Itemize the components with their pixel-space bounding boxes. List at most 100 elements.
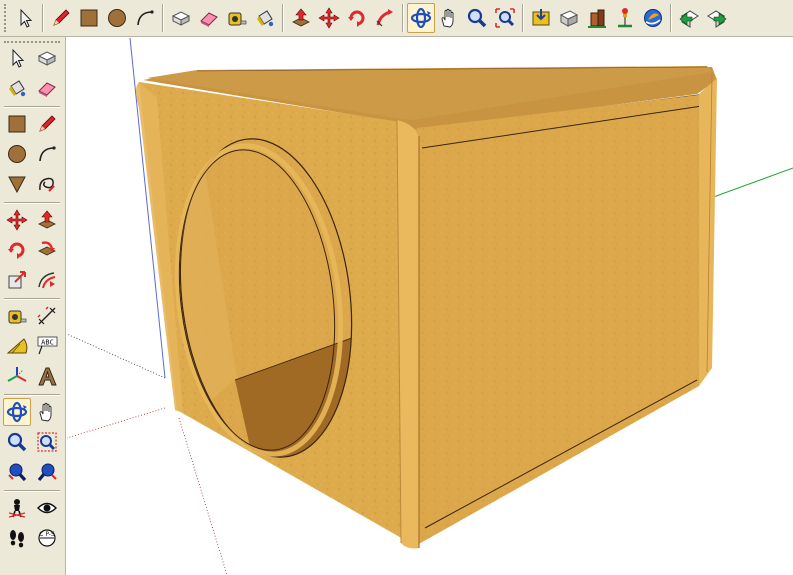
left-toolbar: ABC C P-S bbox=[0, 37, 66, 575]
offset-tool-button[interactable] bbox=[33, 266, 61, 294]
red-axis-dotted bbox=[67, 407, 166, 439]
get-models-button[interactable] bbox=[527, 3, 555, 33]
toolbar-separator bbox=[162, 4, 164, 32]
line-tool-button[interactable] bbox=[33, 110, 61, 138]
move-icon bbox=[318, 7, 340, 29]
circle-tool-button[interactable] bbox=[3, 140, 31, 168]
pencil-tool-button[interactable] bbox=[47, 3, 75, 33]
section-plane-tool-button[interactable]: C P-S bbox=[33, 524, 61, 552]
look-around-tool-button[interactable] bbox=[33, 494, 61, 522]
zoom-tool-button[interactable] bbox=[463, 3, 491, 33]
add-building-button[interactable] bbox=[583, 3, 611, 33]
freehand-icon bbox=[39, 177, 55, 192]
rotate-icon bbox=[8, 242, 25, 259]
previous-tool-button[interactable] bbox=[33, 458, 61, 486]
arc-tool-button[interactable] bbox=[33, 140, 61, 168]
rectangle-tool-button[interactable] bbox=[3, 110, 31, 138]
section-plane-label: C P-S bbox=[39, 531, 55, 538]
push-pull-icon bbox=[38, 210, 56, 229]
dimension-tool-button[interactable] bbox=[33, 302, 61, 330]
text-icon: ABC bbox=[37, 336, 58, 355]
paint-bucket-tool-button[interactable] bbox=[251, 3, 279, 33]
toolbar-separator bbox=[4, 106, 60, 108]
rectangle-tool-button[interactable] bbox=[75, 3, 103, 33]
push-pull-tool-button[interactable] bbox=[33, 206, 61, 234]
scale-tool-button[interactable] bbox=[3, 266, 31, 294]
circle-tool-button[interactable] bbox=[103, 3, 131, 33]
toolbar-separator bbox=[282, 4, 284, 32]
share-model-icon bbox=[559, 10, 579, 27]
3d-text-tool-button[interactable] bbox=[33, 362, 61, 390]
follow-me-icon bbox=[376, 9, 393, 27]
axes-icon bbox=[7, 367, 27, 382]
follow-me-tool-button[interactable] bbox=[33, 236, 61, 264]
tape-measure-tool-button[interactable] bbox=[223, 3, 251, 33]
circle-icon bbox=[8, 145, 26, 163]
toolbar-separator bbox=[4, 490, 60, 492]
add-building-icon bbox=[588, 9, 606, 28]
position-camera-icon bbox=[8, 499, 26, 518]
eraser-tool-button[interactable] bbox=[33, 74, 61, 102]
tape-measure-tool-button[interactable] bbox=[3, 302, 31, 330]
google-earth-icon bbox=[644, 9, 662, 27]
polygon-tool-button[interactable] bbox=[3, 170, 31, 198]
make-component-tool-button[interactable] bbox=[33, 44, 61, 72]
eraser-icon bbox=[200, 12, 218, 27]
share-model-button[interactable] bbox=[555, 3, 583, 33]
pan-tool-button[interactable] bbox=[33, 398, 61, 426]
rotate-tool-button[interactable] bbox=[3, 236, 31, 264]
section-plane-icon: C P-S bbox=[38, 529, 56, 547]
google-earth-button[interactable] bbox=[639, 3, 667, 33]
push-pull-tool-button[interactable] bbox=[287, 3, 315, 33]
zoom-extents-tool-button[interactable] bbox=[3, 458, 31, 486]
zoom-window-tool-button[interactable] bbox=[33, 428, 61, 456]
rotate-tool-button[interactable] bbox=[343, 3, 371, 33]
select-tool-button[interactable] bbox=[11, 3, 39, 33]
orbit-tool-button[interactable] bbox=[407, 3, 435, 33]
previous-view-icon bbox=[679, 10, 699, 28]
paint-bucket-tool-button[interactable] bbox=[3, 74, 31, 102]
follow-me-tool-button[interactable] bbox=[371, 3, 399, 33]
follow-me-icon bbox=[38, 241, 56, 256]
axes-tool-button[interactable] bbox=[3, 362, 31, 390]
position-camera-tool-button[interactable] bbox=[3, 494, 31, 522]
top-toolbar bbox=[0, 0, 793, 37]
toolbar-separator bbox=[4, 394, 60, 396]
toolbar-grip[interactable] bbox=[4, 4, 9, 32]
toolbar-separator bbox=[42, 4, 44, 32]
eraser-icon bbox=[38, 82, 56, 97]
eraser-tool-button[interactable] bbox=[195, 3, 223, 33]
walk-tool-button[interactable] bbox=[3, 524, 31, 552]
move-tool-button[interactable] bbox=[315, 3, 343, 33]
make-component-icon bbox=[171, 11, 191, 26]
protractor-icon bbox=[6, 338, 28, 354]
tape-measure-icon bbox=[228, 12, 247, 26]
next-view-button[interactable] bbox=[703, 3, 731, 33]
select-tool-button[interactable] bbox=[3, 44, 31, 72]
freehand-tool-button[interactable] bbox=[33, 170, 61, 198]
place-model-button[interactable] bbox=[611, 3, 639, 33]
walk-icon bbox=[10, 530, 24, 548]
make-component-tool-button[interactable] bbox=[167, 3, 195, 33]
tape-measure-icon bbox=[8, 310, 27, 324]
previous-view-button[interactable] bbox=[675, 3, 703, 33]
pan-icon bbox=[441, 8, 454, 28]
red-axis-dotted-ground bbox=[178, 417, 228, 575]
toolbar-separator bbox=[670, 4, 672, 32]
text-tool-button[interactable]: ABC bbox=[33, 332, 61, 360]
zoom-extents-tool-button[interactable] bbox=[491, 3, 519, 33]
orbit-tool-button[interactable] bbox=[3, 398, 31, 426]
paint-bucket-icon bbox=[257, 10, 274, 27]
select-icon bbox=[12, 48, 25, 68]
paint-bucket-icon bbox=[9, 80, 26, 97]
pan-tool-button[interactable] bbox=[435, 3, 463, 33]
toolbar-separator bbox=[4, 298, 60, 300]
modeling-viewport[interactable] bbox=[67, 38, 793, 575]
protractor-tool-button[interactable] bbox=[3, 332, 31, 360]
model-canvas[interactable] bbox=[67, 38, 793, 575]
arc-icon bbox=[39, 146, 56, 162]
move-tool-button[interactable] bbox=[3, 206, 31, 234]
previous-icon bbox=[37, 463, 57, 482]
zoom-tool-button[interactable] bbox=[3, 428, 31, 456]
arc-tool-button[interactable] bbox=[131, 3, 159, 33]
